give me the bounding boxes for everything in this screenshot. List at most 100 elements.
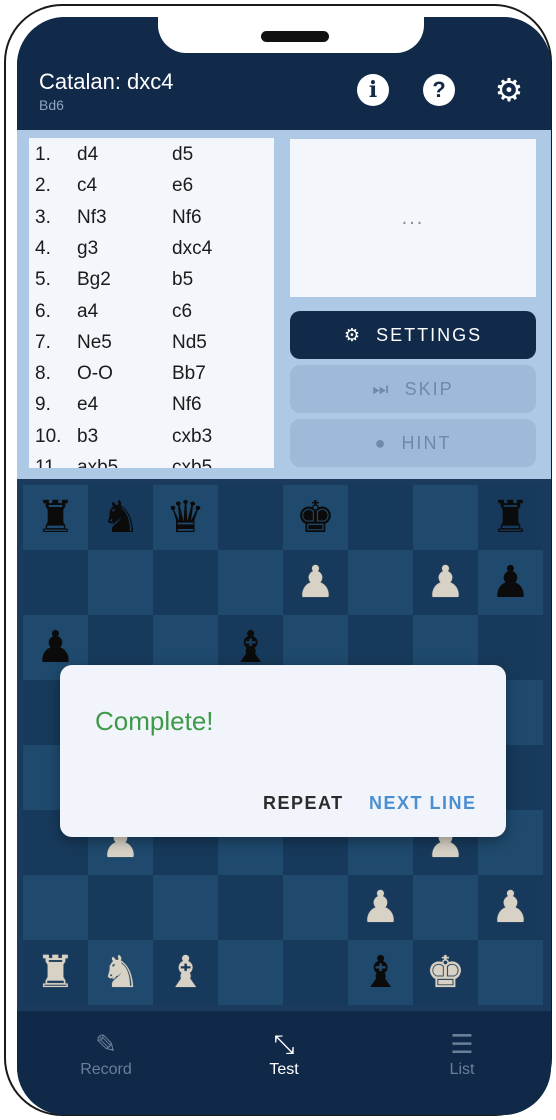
nav-test[interactable]: ⤡ Test [195,1011,373,1115]
board-square[interactable] [88,550,153,615]
board-square[interactable] [218,550,283,615]
hint-button-label: HINT [401,432,452,453]
white-move[interactable]: Bg2 [77,269,111,291]
board-square[interactable] [218,875,283,940]
move-number: 9. [35,394,51,416]
nav-record[interactable]: ✎ Record [17,1011,195,1115]
edit-icon: ✎ [95,1029,117,1059]
move-row: 8. O-O Bb7 [29,363,274,394]
move-number: 7. [35,331,51,353]
white-move[interactable]: d4 [77,144,98,166]
hint-button[interactable]: ● HINT [290,419,536,467]
move-number: 6. [35,300,51,322]
black-move[interactable]: e6 [172,175,193,197]
white-move[interactable]: b3 [77,426,98,448]
skip-button[interactable]: ⏭ SKIP [290,365,536,413]
list-icon: ☰ [450,1029,474,1059]
white-move[interactable]: Nf3 [77,207,107,229]
black-pawn-icon[interactable]: ♟ [478,550,543,615]
repeat-button[interactable]: REPEAT [263,793,344,814]
white-move[interactable]: g3 [77,238,98,260]
skip-forward-icon: ⏭ [372,378,391,399]
board-square[interactable] [413,485,478,550]
white-knight-icon[interactable]: ♞ [88,940,153,1005]
white-move[interactable]: e4 [77,394,98,416]
help-icon[interactable]: ? [423,74,455,106]
black-queen-icon[interactable]: ♛ [153,485,218,550]
page-subtitle: Bd6 [39,97,64,113]
black-move[interactable]: dxc4 [172,238,212,260]
board-square[interactable] [153,875,218,940]
settings-button-label: SETTINGS [376,324,483,345]
white-move[interactable]: Ne5 [77,332,112,354]
white-rook-icon[interactable]: ♜ [23,940,88,1005]
board-square[interactable] [88,875,153,940]
board-square[interactable] [348,485,413,550]
move-row: 6. a4 c6 [29,301,274,332]
nav-record-label: Record [80,1061,132,1078]
move-row: 10. b3 cxb3 [29,426,274,457]
move-list[interactable]: 1. d4 d5 2. c4 e6 3. Nf3 Nf6 4. g3 dxc4 5. Bg2 b5 6. a4 c… [29,138,274,468]
white-bishop-icon[interactable]: ♝ [153,940,218,1005]
move-row: 1. d4 d5 [29,144,274,175]
board-square[interactable] [283,875,348,940]
board-square[interactable] [413,875,478,940]
move-row: 11. axb5 cxb5 [29,457,274,468]
board-square[interactable] [153,550,218,615]
move-number: 3. [35,206,51,228]
board-square[interactable] [23,875,88,940]
black-move[interactable]: Bb7 [172,363,206,385]
move-row: 2. c4 e6 [29,175,274,206]
black-king-icon[interactable]: ♚ [283,485,348,550]
board-square[interactable] [348,550,413,615]
black-move[interactable]: b5 [172,269,193,291]
device-speaker [261,31,329,42]
control-panel: 1. d4 d5 2. c4 e6 3. Nf3 Nf6 4. g3 dxc4 5. Bg2 b5 6. a4 c… [17,130,551,479]
board-square[interactable] [218,485,283,550]
page-title: Catalan: dxc4 [39,69,174,94]
black-rook-icon[interactable]: ♜ [478,485,543,550]
white-move[interactable]: O-O [77,363,113,385]
black-rook-icon[interactable]: ♜ [23,485,88,550]
nav-list-label: List [449,1061,475,1078]
move-row: 9. e4 Nf6 [29,394,274,425]
white-pawn-icon[interactable]: ♟ [283,550,348,615]
white-move[interactable]: c4 [77,175,97,197]
black-move[interactable]: Nf6 [172,207,202,229]
preview-text: ... [401,206,425,229]
device-frame: Catalan: dxc4 Bd6 i ? ⚙ 1. d4 d5 2. c4 e6 3. Nf… [4,4,552,1116]
black-knight-icon[interactable]: ♞ [88,485,153,550]
info-icon[interactable]: i [357,74,389,106]
board-square[interactable] [283,940,348,1005]
black-bishop-icon[interactable]: ♝ [348,940,413,1005]
black-move[interactable]: cxb3 [172,426,212,448]
move-number: 8. [35,363,51,385]
white-pawn-icon[interactable]: ♟ [413,550,478,615]
black-move[interactable]: cxb5 [172,457,212,468]
gear-icon: ⚙ [343,324,363,345]
gear-icon[interactable]: ⚙ [491,72,527,108]
board-square[interactable] [218,940,283,1005]
nav-test-label: Test [269,1061,299,1078]
black-move[interactable]: c6 [172,301,192,323]
white-king-icon[interactable]: ♚ [413,940,478,1005]
settings-button[interactable]: ⚙ SETTINGS [290,311,536,359]
nav-list[interactable]: ☰ List [373,1011,551,1115]
skip-button-label: SKIP [404,378,454,399]
white-pawn-icon[interactable]: ♟ [478,875,543,940]
white-pawn-icon[interactable]: ♟ [348,875,413,940]
white-move[interactable]: axb5 [77,457,118,468]
white-move[interactable]: a4 [77,301,98,323]
black-move[interactable]: d5 [172,144,193,166]
move-number: 2. [35,175,51,197]
black-move[interactable]: Nd5 [172,332,207,354]
move-number: 4. [35,237,51,259]
move-row: 5. Bg2 b5 [29,269,274,300]
move-number: 10. [35,425,62,447]
board-square[interactable] [478,940,543,1005]
black-move[interactable]: Nf6 [172,394,202,416]
dialog-title: Complete! [95,706,214,736]
board-square[interactable] [23,550,88,615]
next-line-button[interactable]: NEXT LINE [369,793,477,814]
move-row: 7. Ne5 Nd5 [29,332,274,363]
